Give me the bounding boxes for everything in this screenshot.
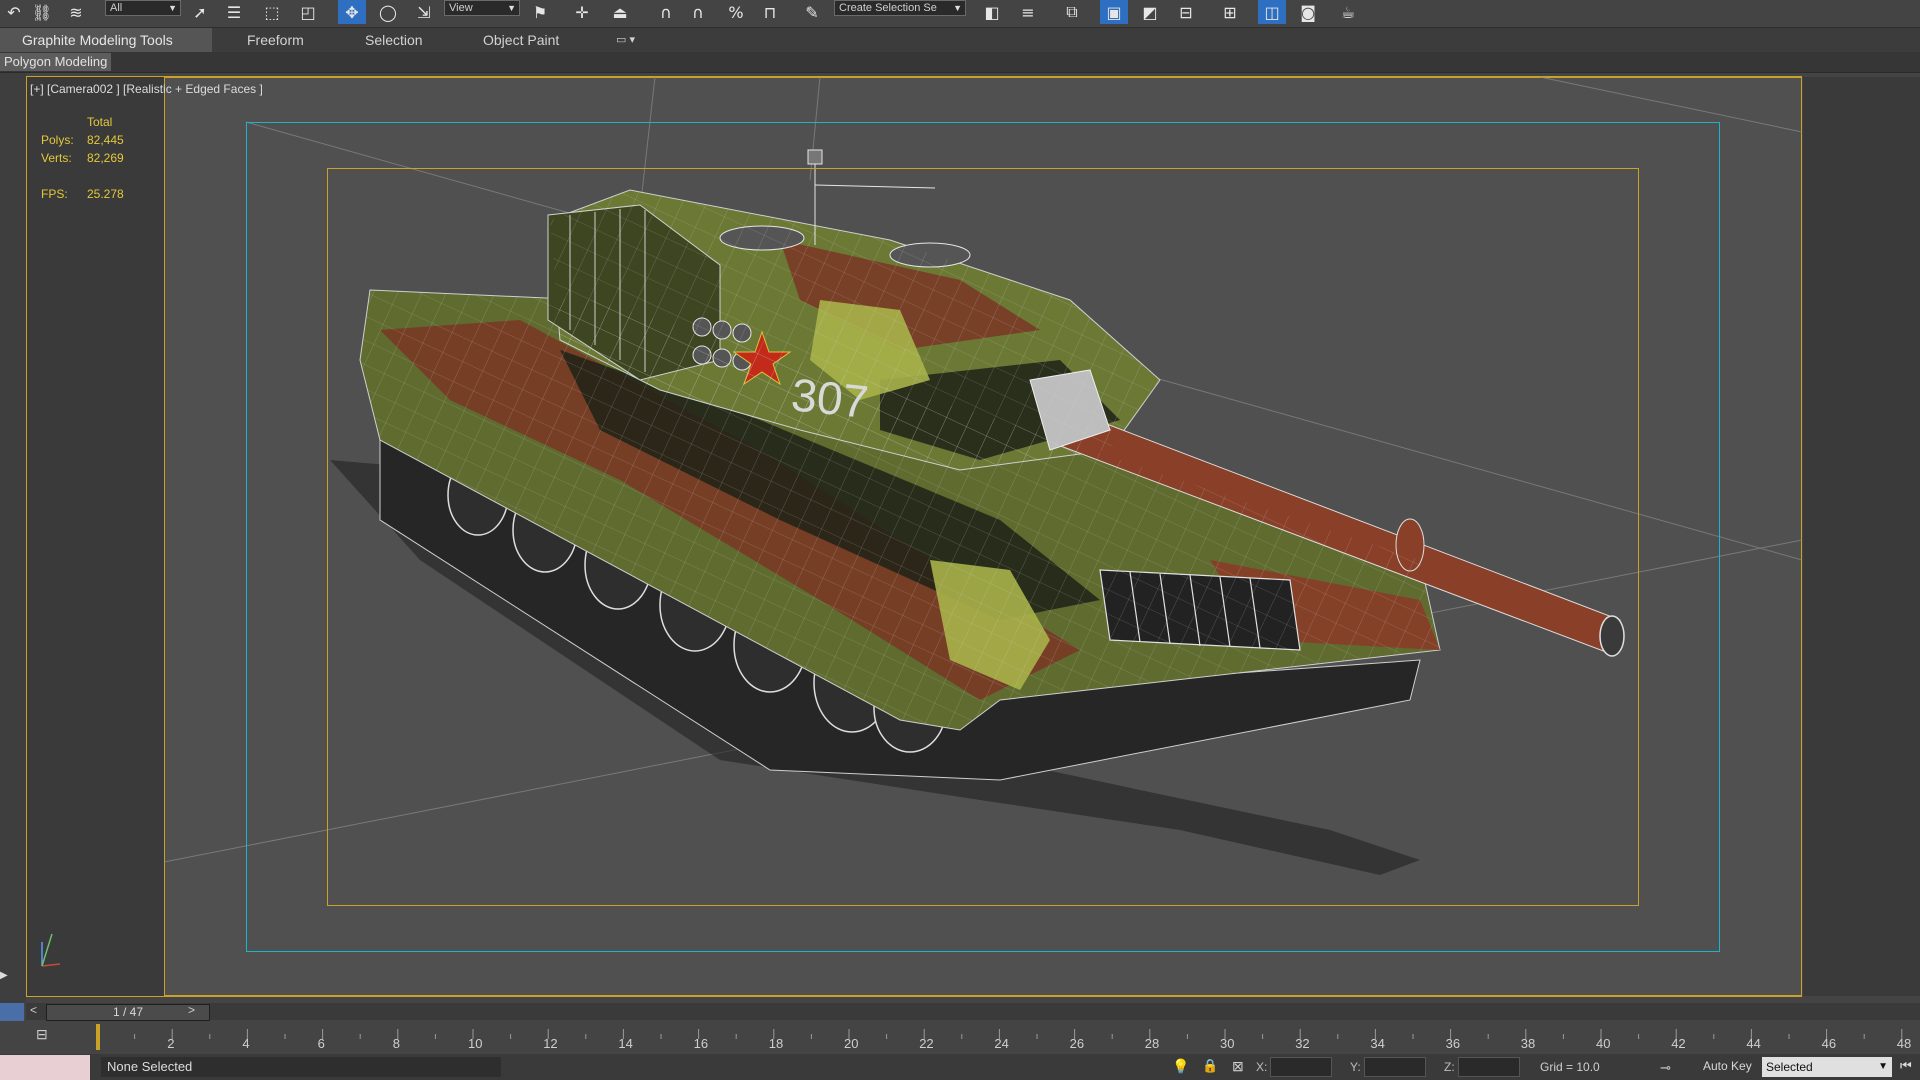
track-tick-label: 40 [1596, 1036, 1611, 1051]
track-tick-label: 2 [167, 1036, 175, 1051]
key-mode-value: Selected [1766, 1060, 1813, 1074]
time-slider[interactable]: < 1 / 47 > [26, 1003, 1920, 1021]
go-to-start-icon[interactable]: ⏮ [1900, 1058, 1912, 1074]
verts-value: 82,269 [87, 151, 124, 165]
maxscript-listener-mini[interactable] [0, 1055, 90, 1080]
time-slider-prev[interactable]: < [30, 1003, 37, 1017]
chevron-down-icon: ▼ [1878, 1061, 1888, 1072]
track-tick-label: 18 [768, 1036, 784, 1051]
track-tick-label: 12 [543, 1036, 558, 1051]
x-label: X: [1256, 1060, 1268, 1074]
play-arrow-icon[interactable]: ▶ [0, 970, 12, 984]
track-tick-label: 20 [844, 1036, 859, 1051]
fps-value: 25.278 [87, 187, 124, 201]
track-tick-label: 10 [468, 1036, 483, 1051]
fps-label: FPS: [41, 187, 68, 201]
track-tick-label: 22 [919, 1036, 934, 1051]
track-tick-label: 8 [392, 1036, 401, 1051]
track-tick-label: 44 [1746, 1036, 1761, 1051]
time-slider-next[interactable]: > [188, 1003, 195, 1017]
verts-label: Verts: [41, 151, 72, 165]
safe-frame-action [327, 168, 1639, 906]
track-tick-label: 48 [1896, 1036, 1912, 1051]
track-tick-label: 28 [1144, 1036, 1160, 1051]
selection-status: None Selected [101, 1057, 501, 1077]
polys-value: 82,445 [87, 133, 124, 147]
track-bar-ticks [96, 1029, 1903, 1039]
y-coordinate-field[interactable] [1364, 1057, 1426, 1077]
key-mode-dropdown[interactable]: Selected ▼ [1762, 1057, 1892, 1077]
auto-key-button[interactable]: Auto Key [1703, 1059, 1752, 1073]
track-tick-label: 6 [317, 1036, 325, 1051]
current-frame-marker [96, 1024, 100, 1050]
track-tick-label: 26 [1069, 1036, 1085, 1051]
track-tick-label: 34 [1370, 1036, 1385, 1051]
lock-icon[interactable]: 🔒 [1202, 1058, 1218, 1074]
track-tick-label: 32 [1295, 1036, 1310, 1051]
x-coordinate-field[interactable] [1270, 1057, 1332, 1077]
track-tick-label: 46 [1821, 1036, 1837, 1051]
set-key-icon[interactable]: ⊸ [1660, 1060, 1671, 1076]
time-slider-thumb[interactable]: 1 / 47 [46, 1004, 210, 1021]
z-label: Z: [1444, 1060, 1455, 1074]
track-tick-label: 16 [693, 1036, 709, 1051]
polys-label: Polys: [41, 133, 74, 147]
axis-tripod-icon [41, 933, 61, 967]
track-tick-label: 36 [1445, 1036, 1461, 1051]
stats-header: Total [87, 115, 113, 129]
y-label: Y: [1350, 1060, 1361, 1074]
track-tick-label: 38 [1520, 1036, 1536, 1051]
track-tick-label: 24 [994, 1036, 1009, 1051]
viewport-label-menu[interactable]: [+] [Camera002 ] [Realistic + Edged Face… [30, 82, 263, 96]
track-tick-label: 42 [1671, 1036, 1686, 1051]
isolate-selection-icon[interactable]: 💡 [1172, 1058, 1189, 1075]
track-tick-label: 4 [242, 1036, 250, 1051]
transform-mode-icon[interactable]: ⊠ [1232, 1058, 1244, 1075]
z-coordinate-field[interactable] [1458, 1057, 1520, 1077]
track-tick-label: 30 [1220, 1036, 1235, 1051]
grid-size: Grid = 10.0 [1540, 1060, 1600, 1074]
track-tick-label: 14 [618, 1036, 633, 1051]
